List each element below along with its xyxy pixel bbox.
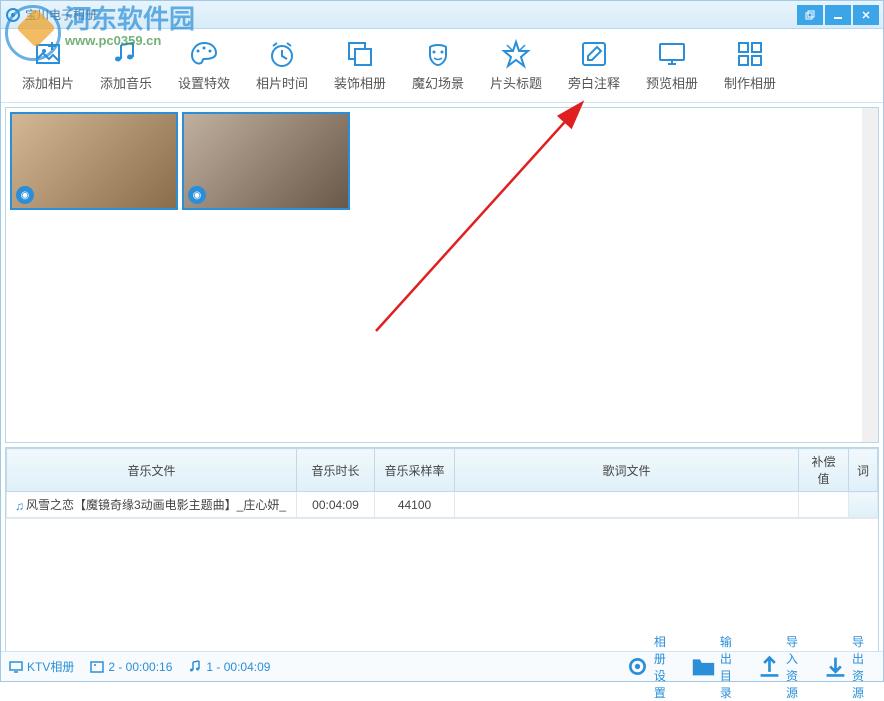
add-music-button[interactable]: 添加音乐 xyxy=(87,33,165,99)
tool-label: 添加音乐 xyxy=(100,73,152,92)
tool-label: 设置特效 xyxy=(178,73,230,92)
restore-button[interactable] xyxy=(797,5,823,25)
tool-label: 预览相册 xyxy=(646,73,698,92)
mask-icon xyxy=(423,39,453,69)
cell-comp xyxy=(798,492,848,518)
gear-icon xyxy=(625,654,650,679)
monitor-small-icon xyxy=(9,660,23,674)
col-header-file[interactable]: 音乐文件 xyxy=(7,449,297,492)
photo-time-button[interactable]: 相片时间 xyxy=(243,33,321,99)
music-note-icon: ♫ xyxy=(15,499,24,513)
photo-small-icon xyxy=(90,660,104,674)
aside-note-button[interactable]: 旁白注释 xyxy=(555,33,633,99)
make-album-button[interactable]: 制作相册 xyxy=(711,33,789,99)
table-row[interactable]: ♫风雪之恋【魔镜奇缘3动画电影主题曲】_庄心妍_ 00:04:09 44100 xyxy=(7,492,878,518)
album-settings-button[interactable]: 相册设置 xyxy=(625,633,677,701)
grid-icon xyxy=(735,39,765,69)
photo-thumbnail[interactable]: ◉ xyxy=(10,112,178,210)
add-photo-button[interactable]: 添加相片 xyxy=(9,33,87,99)
music-icon xyxy=(111,39,141,69)
tool-label: 装饰相册 xyxy=(334,73,386,92)
col-header-rate[interactable]: 音乐采样率 xyxy=(375,449,455,492)
status-music-count: 1 - 00:04:09 xyxy=(188,660,270,674)
close-button[interactable] xyxy=(853,5,879,25)
cell-file: 风雪之恋【魔镜奇缘3动画电影主题曲】_庄心妍_ xyxy=(26,498,286,512)
tool-label: 魔幻场景 xyxy=(412,73,464,92)
col-header-lrc[interactable]: 词 xyxy=(848,449,877,492)
set-effects-button[interactable]: 设置特效 xyxy=(165,33,243,99)
upload-icon xyxy=(757,654,782,679)
cell-rate: 44100 xyxy=(375,492,455,518)
app-title: 宝川电子相册 xyxy=(25,6,795,23)
eye-badge-icon: ◉ xyxy=(16,186,34,204)
minimize-button[interactable] xyxy=(825,5,851,25)
tool-label: 制作相册 xyxy=(724,73,776,92)
toolbar: 添加相片 添加音乐 设置特效 相片时间 装饰相册 魔幻场景 片头标题 旁白注释 … xyxy=(1,29,883,103)
title-header-button[interactable]: 片头标题 xyxy=(477,33,555,99)
download-icon xyxy=(823,654,848,679)
decorate-album-button[interactable]: 装饰相册 xyxy=(321,33,399,99)
col-header-lyric[interactable]: 歌词文件 xyxy=(455,449,799,492)
folder-icon xyxy=(691,654,716,679)
export-button[interactable]: 导出资源 xyxy=(823,633,875,701)
cell-lrc xyxy=(848,492,877,518)
clock-icon xyxy=(267,39,297,69)
window-controls xyxy=(795,5,879,25)
status-photo-count: 2 - 00:00:16 xyxy=(90,660,172,674)
statusbar: KTV相册 2 - 00:00:16 1 - 00:04:09 相册设置 输出目… xyxy=(1,651,883,681)
photo-area[interactable]: ◉ ◉ xyxy=(5,107,879,443)
import-button[interactable]: 导入资源 xyxy=(757,633,809,701)
titlebar: 宝川电子相册 xyxy=(1,1,883,29)
cell-duration: 00:04:09 xyxy=(297,492,375,518)
edit-icon xyxy=(579,39,609,69)
palette-icon xyxy=(189,39,219,69)
magic-scene-button[interactable]: 魔幻场景 xyxy=(399,33,477,99)
music-section: 音乐文件 音乐时长 音乐采样率 歌词文件 补偿值 词 ♫风雪之恋【魔镜奇缘3动画… xyxy=(5,447,879,679)
music-table: 音乐文件 音乐时长 音乐采样率 歌词文件 补偿值 词 ♫风雪之恋【魔镜奇缘3动画… xyxy=(6,448,878,518)
tool-label: 旁白注释 xyxy=(568,73,620,92)
scrollbar[interactable] xyxy=(862,108,878,442)
cell-lyric xyxy=(455,492,799,518)
tool-label: 相片时间 xyxy=(256,73,308,92)
status-album-type: KTV相册 xyxy=(9,658,74,675)
star-icon xyxy=(501,39,531,69)
preview-album-button[interactable]: 预览相册 xyxy=(633,33,711,99)
output-dir-button[interactable]: 输出目录 xyxy=(691,633,743,701)
photo-icon xyxy=(33,39,63,69)
music-small-icon xyxy=(188,660,202,674)
col-header-comp[interactable]: 补偿值 xyxy=(798,449,848,492)
photo-thumbnail[interactable]: ◉ xyxy=(182,112,350,210)
layers-icon xyxy=(345,39,375,69)
eye-badge-icon: ◉ xyxy=(188,186,206,204)
tool-label: 添加相片 xyxy=(22,73,74,92)
app-icon xyxy=(5,7,21,23)
tool-label: 片头标题 xyxy=(490,73,542,92)
col-header-duration[interactable]: 音乐时长 xyxy=(297,449,375,492)
monitor-icon xyxy=(657,39,687,69)
